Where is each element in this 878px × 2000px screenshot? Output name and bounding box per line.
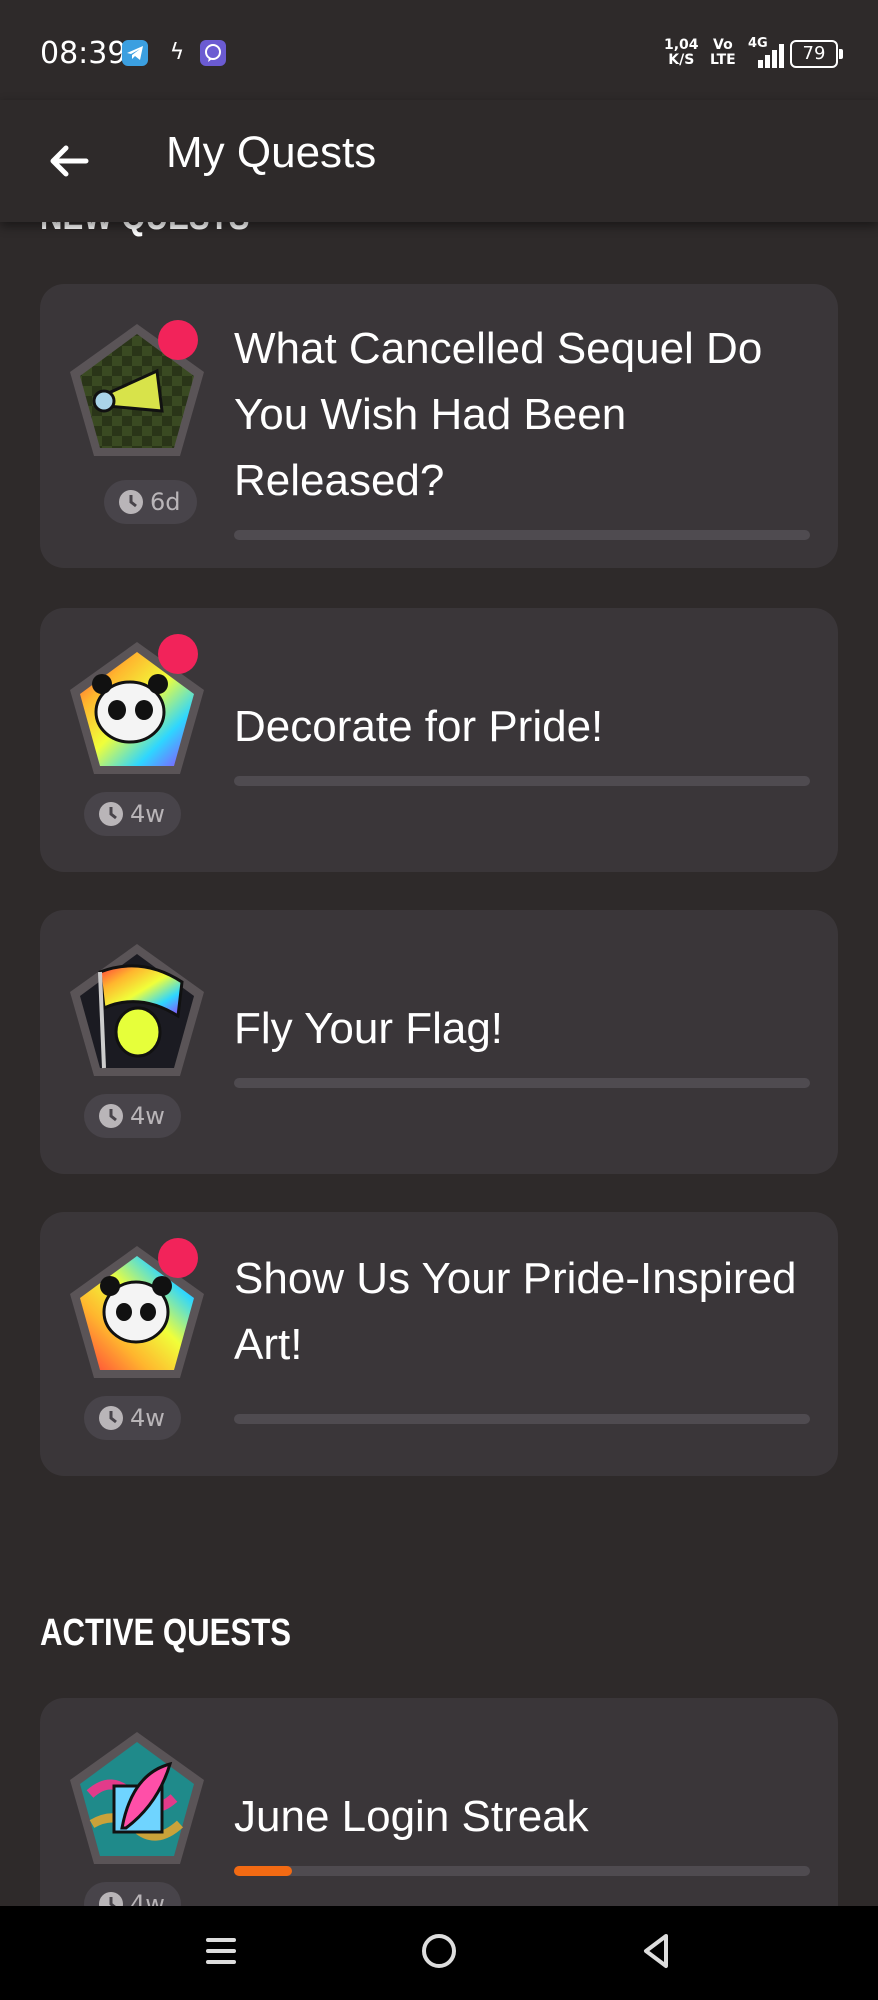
home-circle-icon[interactable] — [414, 1926, 464, 1976]
quest-progress-bar — [234, 1414, 810, 1424]
clock-icon — [99, 1104, 123, 1128]
viber-icon — [200, 40, 226, 66]
quest-title: Show Us Your Pride-Inspired Art! — [234, 1254, 797, 1369]
unread-dot — [158, 634, 198, 674]
time-left-badge: 6d — [104, 480, 197, 524]
clock-icon — [119, 490, 143, 514]
volte-bottom: LTE — [710, 52, 736, 68]
time-left-text: 4w — [130, 800, 165, 828]
pride-flag-badge-icon — [70, 944, 204, 1076]
time-left-badge: 4w — [84, 1396, 181, 1440]
quest-card[interactable]: 4w Show Us Your Pride-Inspired Art! — [40, 1212, 838, 1476]
quest-progress-bar — [234, 530, 810, 540]
quest-title: Fly Your Flag! — [234, 1004, 504, 1053]
menu-icon[interactable] — [196, 1926, 246, 1976]
progress-fill — [234, 1866, 292, 1876]
signal-icon: 4G — [748, 36, 784, 68]
time-left-badge: 4w — [84, 792, 181, 836]
time-left-text: 4w — [130, 1404, 165, 1432]
quest-card[interactable]: 4w Fly Your Flag! — [40, 910, 838, 1174]
quest-card[interactable]: 4w Decorate for Pride! — [40, 608, 838, 872]
quest-progress-bar — [234, 1078, 810, 1088]
quest-title: What Cancelled Sequel Do You Wish Had Be… — [234, 324, 763, 505]
time-left-text: 6d — [150, 488, 181, 516]
quest-title: June Login Streak — [234, 1792, 589, 1841]
battery-icon: 79 — [790, 40, 843, 68]
unread-dot — [158, 1238, 198, 1278]
clock-icon — [99, 1406, 123, 1430]
app-bar: My Quests — [0, 100, 878, 222]
quest-card[interactable]: 6d What Cancelled Sequel Do You Wish Had… — [40, 284, 838, 568]
network-speed-unit: K/S — [668, 52, 695, 68]
network-speed: 1,04 K/S — [664, 38, 699, 68]
volte-indicator: Vo LTE — [710, 38, 736, 68]
quest-progress-bar — [234, 1866, 810, 1876]
bolt-icon: ϟ — [169, 40, 185, 65]
arrow-left-icon[interactable] — [44, 136, 94, 186]
quest-title: Decorate for Pride! — [234, 702, 604, 751]
volte-top: Vo — [713, 37, 733, 53]
status-bar: 08:39 ϟ 1,04 K/S Vo LTE 4G 79 — [0, 0, 878, 100]
unread-dot — [158, 320, 198, 360]
network-speed-value: 1,04 — [664, 37, 699, 53]
quest-progress-bar — [234, 776, 810, 786]
status-time: 08:39 — [40, 36, 127, 71]
back-triangle-icon[interactable] — [632, 1926, 682, 1976]
time-left-text: 4w — [130, 1102, 165, 1130]
system-nav-bar — [0, 1906, 878, 2000]
page-title: My Quests — [166, 128, 377, 177]
feather-badge-icon — [70, 1732, 204, 1864]
clock-icon — [99, 802, 123, 826]
time-left-badge: 4w — [84, 1094, 181, 1138]
section-title-active-quests: ACTIVE QUESTS — [40, 1612, 292, 1654]
telegram-icon — [122, 40, 148, 66]
